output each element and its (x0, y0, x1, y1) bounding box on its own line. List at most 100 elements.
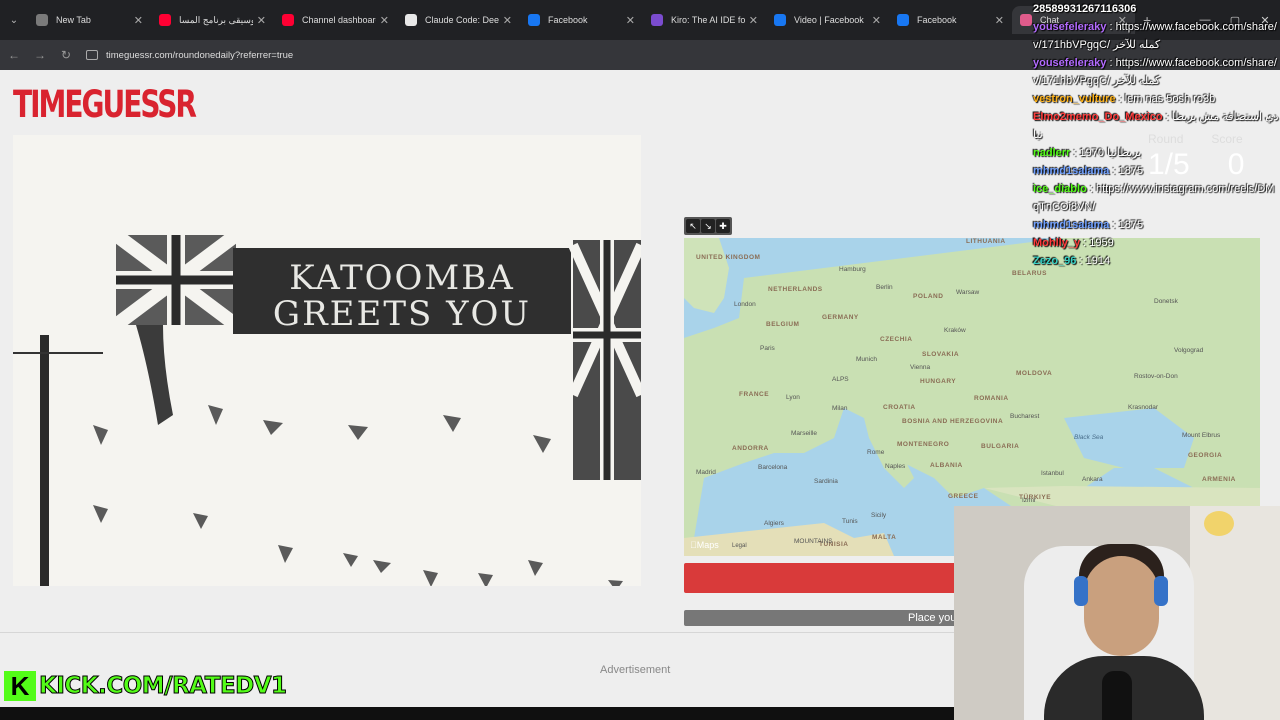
tab-close-icon[interactable]: ✕ (995, 14, 1004, 27)
map-label-country: UNITED KINGDOM (696, 254, 761, 261)
tab-title: Channel dashboard (302, 15, 376, 25)
chat-top-line: 2858993126711630​6 (1033, 3, 1137, 15)
chat-message: vestron_vulture : lem nas 5osh ro3b (1033, 90, 1280, 108)
map-label-city: Volgograd (1174, 347, 1204, 354)
map-label-region: MOUNTAINS (794, 538, 833, 545)
map-label-city: Mount Elbrus (1182, 432, 1221, 439)
browser-tab[interactable]: Video | Facebook ✕ (766, 6, 889, 34)
site-info-icon[interactable] (86, 50, 98, 60)
tab-title: Facebook (917, 15, 957, 25)
map-label-country: CZECHIA (880, 336, 913, 343)
map-label-city: Donetsk (1154, 298, 1178, 305)
tab-favicon-icon (651, 14, 663, 26)
browser-tab[interactable]: Channel dashboard ✕ (274, 6, 397, 34)
map-label-city: Madrid (696, 469, 716, 476)
map-label-country: BELARUS (1012, 270, 1047, 277)
map-label-country: GREECE (948, 493, 979, 500)
tab-title: Video | Facebook (794, 15, 864, 25)
chat-username[interactable]: nadlerr (1033, 147, 1070, 159)
chat-text: 1959 (1089, 237, 1114, 249)
expand-map-icon[interactable]: ↖ (686, 219, 700, 233)
photo-illustration: KATOOMBA GREETS YOU (13, 135, 641, 586)
tab-favicon-icon (774, 14, 786, 26)
map-label-country: ANDORRA (732, 445, 769, 452)
forward-button[interactable]: → (28, 48, 52, 62)
microphone (1102, 671, 1132, 720)
browser-tab[interactable]: Kiro: The AI IDE for p ✕ (643, 6, 766, 34)
tab-title: Claude Code: Deep (425, 15, 499, 25)
map-label-country: BULGARIA (981, 443, 1020, 450)
timeguessr-logo[interactable]: TIMEGUESSR (13, 82, 197, 127)
chat-message: mhmd1salama : 1875 (1033, 216, 1280, 234)
tab-favicon-icon (528, 14, 540, 26)
map-label-country: NETHERLANDS (768, 286, 823, 293)
chat-separator: : (1080, 237, 1090, 249)
chat-username[interactable]: mhmd1salama (1033, 219, 1109, 231)
browser-tab[interactable]: Facebook ✕ (520, 6, 643, 34)
map-label-country: BOSNIA AND HERZEGOVINA (902, 418, 1004, 425)
chat-separator: : (1115, 93, 1125, 105)
browser-tab[interactable]: Facebook ✕ (889, 6, 1012, 34)
tab-favicon-icon (282, 14, 294, 26)
reload-button[interactable]: ↻ (54, 48, 78, 62)
tab-close-icon[interactable]: ✕ (626, 14, 635, 27)
chat-username[interactable]: Elmo2memo_Do_Mexico (1033, 111, 1163, 123)
chat-message: ice_diablo : https://www.instagram.com/r… (1033, 180, 1280, 216)
back-button[interactable]: ← (2, 48, 26, 62)
chat-username[interactable]: Zezo_96 (1033, 255, 1076, 267)
chat-separator: : (1076, 255, 1086, 267)
chat-username[interactable]: vestron_vulture (1033, 93, 1116, 105)
map-legal-link[interactable]: Legal (732, 543, 747, 549)
tab-list-button[interactable]: ⌄ (0, 6, 28, 34)
map-label-country: CROATIA (883, 404, 916, 411)
map-label-city: Paris (760, 345, 775, 352)
browser-tab[interactable]: Claude Code: Deep ✕ (397, 6, 520, 34)
chat-username[interactable]: yousefeleraky (1033, 57, 1106, 69)
browser-tab[interactable]: New Tab ✕ (28, 6, 151, 34)
chat-separator: : (1086, 183, 1096, 195)
map-label-city: Warsaw (956, 289, 980, 296)
chat-username[interactable]: Mohlly_y (1033, 237, 1080, 249)
pole (40, 335, 49, 586)
map-label-city: Hamburg (839, 266, 866, 273)
map-label-city: Vienna (910, 364, 931, 371)
chat-separator: : (1106, 21, 1116, 33)
chat-text: 1875 (1118, 165, 1144, 177)
tab-close-icon[interactable]: ✕ (749, 14, 758, 27)
browser-tab[interactable]: موسيقى برنامج المسا ✕ (151, 6, 274, 34)
webcam-overlay (954, 506, 1280, 720)
pin-map-icon[interactable]: ✚ (716, 219, 730, 233)
tab-favicon-icon (897, 14, 909, 26)
tab-favicon-icon (1020, 14, 1032, 26)
tab-close-icon[interactable]: ✕ (872, 14, 881, 27)
kick-overlay: K KICK.COM/RATEDV1 (4, 671, 288, 701)
chat-message: yousefeleraky : https://www.facebook.com… (1033, 54, 1280, 90)
chat-username[interactable]: mhmd1salama (1033, 165, 1109, 177)
kick-url-text: KICK.COM/RATEDV1 (39, 673, 288, 700)
map-label-country: ALBANIA (930, 462, 963, 469)
map-label-country: GERMANY (822, 314, 859, 321)
chat-text: 1914 (1085, 255, 1111, 267)
shrink-map-icon[interactable]: ↘ (701, 219, 715, 233)
tab-close-icon[interactable]: ✕ (503, 14, 512, 27)
tab-close-icon[interactable]: ✕ (380, 14, 389, 27)
chat-username[interactable]: yousefeleraky (1033, 21, 1106, 33)
tab-title: موسيقى برنامج المسا (179, 14, 253, 25)
url-text: timeguessr.com/roundonedaily?referrer=tr… (106, 49, 294, 61)
map-label-country: FRANCE (739, 391, 770, 398)
map-label-city: Rostov-on-Don (1134, 373, 1178, 380)
url-field[interactable]: timeguessr.com/roundonedaily?referrer=tr… (86, 50, 293, 61)
map-label-city: Algiers (764, 520, 784, 527)
round-photo[interactable]: KATOOMBA GREETS YOU (13, 135, 641, 586)
map-label-city: Munich (856, 356, 877, 363)
tab-title: Facebook (548, 15, 588, 25)
map-label-region: ALPS (832, 376, 849, 383)
headset-icon (1074, 576, 1088, 606)
tab-close-icon[interactable]: ✕ (257, 14, 266, 27)
map-label-country: MOLDOVA (1016, 370, 1053, 377)
tab-close-icon[interactable]: ✕ (134, 14, 143, 27)
map-label-country: POLAND (913, 293, 944, 300)
map-label-country: HUNGARY (920, 378, 957, 385)
map-label-city: Izmir (1022, 497, 1037, 504)
chat-username[interactable]: ice_diablo (1033, 183, 1087, 195)
